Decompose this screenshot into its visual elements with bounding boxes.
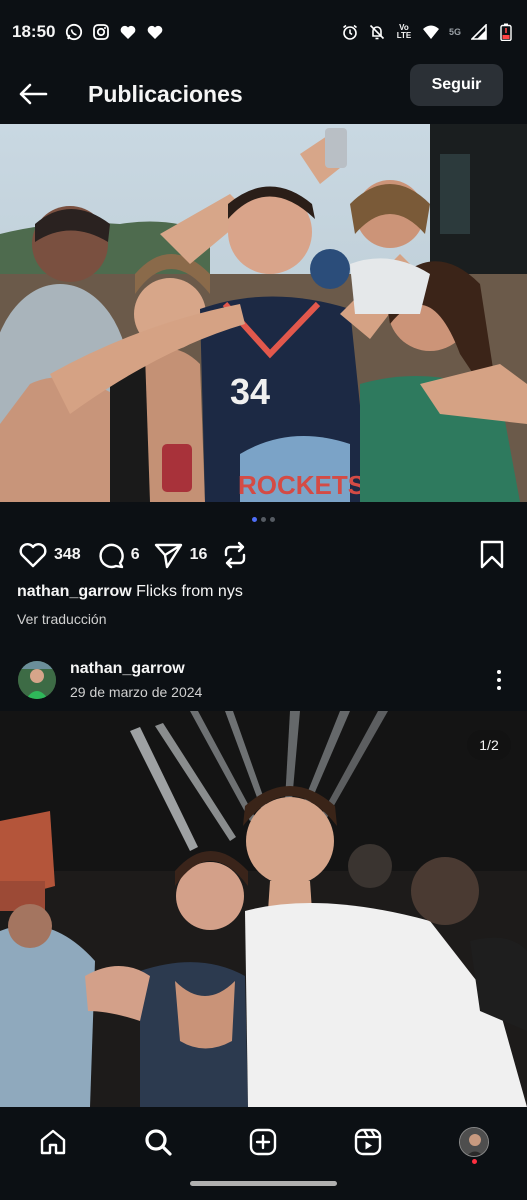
- nav-reels[interactable]: [351, 1125, 385, 1159]
- concert-photo: [0, 711, 527, 1107]
- heart-icon: [119, 23, 137, 41]
- nav-profile[interactable]: [457, 1125, 491, 1159]
- send-icon: [154, 543, 182, 569]
- like-count[interactable]: 348: [54, 546, 81, 564]
- profile-avatar: [459, 1127, 489, 1157]
- back-arrow-icon: [19, 83, 48, 105]
- bookmark-icon: [480, 540, 504, 569]
- alarm-icon: [341, 23, 359, 41]
- more-dot: [497, 670, 501, 674]
- battery-low-icon: [497, 23, 515, 41]
- like-button[interactable]: 348: [18, 541, 81, 569]
- home-indicator[interactable]: [190, 1181, 337, 1186]
- avatar[interactable]: [18, 661, 56, 699]
- share-button[interactable]: 16: [154, 541, 208, 569]
- carousel-indicator: [0, 517, 527, 522]
- save-button[interactable]: [479, 540, 505, 575]
- carousel-dot: [270, 517, 275, 522]
- heart-outline-icon: [19, 543, 47, 568]
- heart-icon: [146, 23, 164, 41]
- status-time: 18:50: [12, 22, 56, 41]
- volte-icon: Vo LTE: [396, 23, 412, 40]
- search-icon: [145, 1129, 172, 1156]
- post-photo[interactable]: 34 ROCKETS: [0, 124, 527, 502]
- post-username[interactable]: nathan_garrow: [70, 660, 185, 678]
- post-photo[interactable]: [0, 711, 527, 1107]
- notification-icons: [65, 23, 164, 41]
- page-header: Publicaciones Seguir: [0, 64, 527, 124]
- page-title: Publicaciones: [88, 80, 243, 107]
- comment-icon: [99, 543, 124, 569]
- caption-text: Flicks from nys: [136, 583, 243, 600]
- post-header: nathan_garrow 29 de marzo de 2024: [0, 656, 527, 706]
- signal-icon: [470, 23, 488, 41]
- svg-text:ROCKETS: ROCKETS: [238, 470, 365, 500]
- system-icons: Vo LTE 5G: [341, 23, 515, 41]
- share-count[interactable]: 16: [190, 546, 208, 564]
- svg-text:34: 34: [230, 371, 270, 412]
- nav-create[interactable]: [246, 1125, 280, 1159]
- nav-home[interactable]: [36, 1125, 70, 1159]
- back-button[interactable]: [0, 64, 66, 124]
- festival-crowd-photo: 34 ROCKETS: [0, 124, 527, 502]
- post-actions: 348 6 16: [0, 536, 527, 574]
- post-date: 29 de marzo de 2024: [70, 684, 203, 700]
- notification-dot: [472, 1159, 477, 1164]
- repost-button[interactable]: [221, 541, 249, 569]
- nav-search[interactable]: [141, 1125, 175, 1159]
- caption-username[interactable]: nathan_garrow: [17, 583, 132, 600]
- more-options-button[interactable]: [489, 666, 509, 694]
- comment-button[interactable]: 6: [95, 541, 140, 569]
- whatsapp-icon: [65, 23, 83, 41]
- avatar-image: [18, 661, 56, 699]
- carousel-dot-active: [252, 517, 257, 522]
- see-translation-link[interactable]: Ver traducción: [17, 611, 107, 627]
- wifi-icon: [422, 23, 440, 41]
- reels-icon: [354, 1128, 382, 1156]
- network-type: 5G: [448, 27, 461, 37]
- instagram-icon: [92, 23, 110, 41]
- carousel-counter: 1/2: [467, 730, 511, 760]
- more-dot: [497, 686, 501, 690]
- comment-count[interactable]: 6: [131, 546, 140, 564]
- repost-icon: [225, 541, 246, 569]
- mute-icon: [368, 23, 386, 41]
- more-dot: [497, 678, 501, 682]
- profile-avatar-image: [460, 1128, 488, 1156]
- follow-button[interactable]: Seguir: [410, 64, 503, 106]
- home-icon: [40, 1129, 66, 1155]
- bottom-navigation: [0, 1107, 527, 1200]
- post-caption: nathan_garrow Flicks from nys: [17, 583, 243, 601]
- status-bar: 18:50 Vo LTE 5G: [0, 0, 527, 64]
- carousel-dot: [261, 517, 266, 522]
- create-icon: [249, 1128, 277, 1156]
